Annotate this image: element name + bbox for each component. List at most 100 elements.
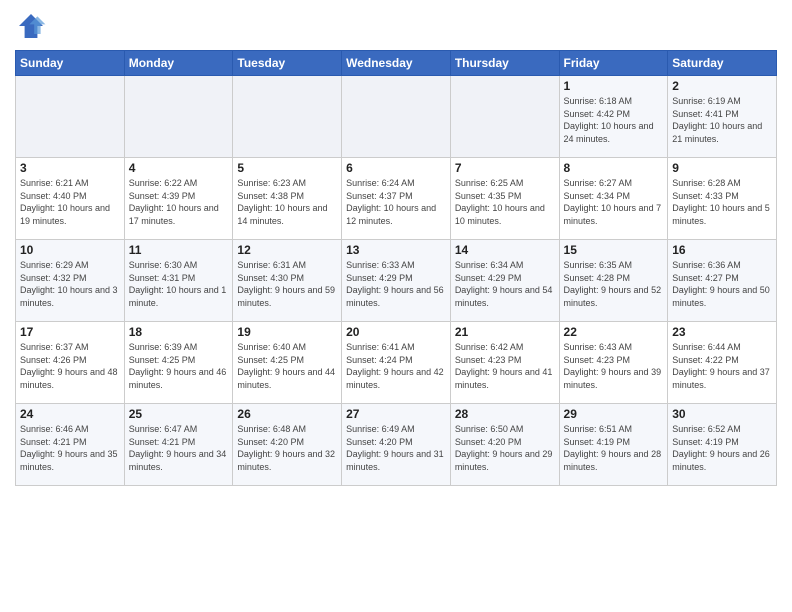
day-number: 11 — [129, 243, 229, 257]
day-number: 25 — [129, 407, 229, 421]
day-info: Sunrise: 6:52 AM Sunset: 4:19 PM Dayligh… — [672, 423, 772, 473]
day-number: 24 — [20, 407, 120, 421]
day-info: Sunrise: 6:46 AM Sunset: 4:21 PM Dayligh… — [20, 423, 120, 473]
calendar-cell: 6 Sunrise: 6:24 AM Sunset: 4:37 PM Daylig… — [342, 158, 451, 240]
logo — [15, 10, 51, 42]
calendar-cell: 20 Sunrise: 6:41 AM Sunset: 4:24 PM Dayli… — [342, 322, 451, 404]
calendar-cell: 17 Sunrise: 6:37 AM Sunset: 4:26 PM Dayli… — [16, 322, 125, 404]
weekday-header-sunday: Sunday — [16, 51, 125, 76]
day-info: Sunrise: 6:24 AM Sunset: 4:37 PM Dayligh… — [346, 177, 446, 227]
calendar-cell — [450, 76, 559, 158]
calendar-week-3: 17 Sunrise: 6:37 AM Sunset: 4:26 PM Dayli… — [16, 322, 777, 404]
day-number: 14 — [455, 243, 555, 257]
weekday-header-wednesday: Wednesday — [342, 51, 451, 76]
calendar-week-1: 3Sunrise: 6:21 AM Sunset: 4:40 PM Daylig… — [16, 158, 777, 240]
calendar-cell: 8 Sunrise: 6:27 AM Sunset: 4:34 PM Daylig… — [559, 158, 668, 240]
calendar-cell: 12 Sunrise: 6:31 AM Sunset: 4:30 PM Dayli… — [233, 240, 342, 322]
calendar-cell — [16, 76, 125, 158]
day-number: 23 — [672, 325, 772, 339]
day-info: Sunrise: 6:49 AM Sunset: 4:20 PM Dayligh… — [346, 423, 446, 473]
day-info: Sunrise: 6:21 AM Sunset: 4:40 PM Dayligh… — [20, 177, 120, 227]
weekday-header-tuesday: Tuesday — [233, 51, 342, 76]
header-row: SundayMondayTuesdayWednesdayThursdayFrid… — [16, 51, 777, 76]
day-number: 21 — [455, 325, 555, 339]
logo-icon — [15, 10, 47, 42]
calendar-cell: 27 Sunrise: 6:49 AM Sunset: 4:20 PM Dayli… — [342, 404, 451, 486]
day-info: Sunrise: 6:18 AM Sunset: 4:42 PM Dayligh… — [564, 95, 664, 145]
day-number: 19 — [237, 325, 337, 339]
day-info: Sunrise: 6:25 AM Sunset: 4:35 PM Dayligh… — [455, 177, 555, 227]
day-number: 2 — [672, 79, 772, 93]
calendar-cell: 22 Sunrise: 6:43 AM Sunset: 4:23 PM Dayli… — [559, 322, 668, 404]
calendar-cell: 7 Sunrise: 6:25 AM Sunset: 4:35 PM Daylig… — [450, 158, 559, 240]
page: SundayMondayTuesdayWednesdayThursdayFrid… — [0, 0, 792, 496]
day-info: Sunrise: 6:50 AM Sunset: 4:20 PM Dayligh… — [455, 423, 555, 473]
calendar-cell: 9 Sunrise: 6:28 AM Sunset: 4:33 PM Daylig… — [668, 158, 777, 240]
day-number: 9 — [672, 161, 772, 175]
day-number: 12 — [237, 243, 337, 257]
weekday-header-saturday: Saturday — [668, 51, 777, 76]
day-number: 13 — [346, 243, 446, 257]
day-info: Sunrise: 6:23 AM Sunset: 4:38 PM Dayligh… — [237, 177, 337, 227]
day-info: Sunrise: 6:19 AM Sunset: 4:41 PM Dayligh… — [672, 95, 772, 145]
day-info: Sunrise: 6:33 AM Sunset: 4:29 PM Dayligh… — [346, 259, 446, 309]
calendar-cell: 1 Sunrise: 6:18 AM Sunset: 4:42 PM Daylig… — [559, 76, 668, 158]
day-number: 27 — [346, 407, 446, 421]
day-info: Sunrise: 6:27 AM Sunset: 4:34 PM Dayligh… — [564, 177, 664, 227]
day-info: Sunrise: 6:31 AM Sunset: 4:30 PM Dayligh… — [237, 259, 337, 309]
day-info: Sunrise: 6:36 AM Sunset: 4:27 PM Dayligh… — [672, 259, 772, 309]
calendar-table: SundayMondayTuesdayWednesdayThursdayFrid… — [15, 50, 777, 486]
weekday-header-friday: Friday — [559, 51, 668, 76]
header — [15, 10, 777, 42]
day-info: Sunrise: 6:28 AM Sunset: 4:33 PM Dayligh… — [672, 177, 772, 227]
calendar-cell: 26 Sunrise: 6:48 AM Sunset: 4:20 PM Dayli… — [233, 404, 342, 486]
day-info: Sunrise: 6:40 AM Sunset: 4:25 PM Dayligh… — [237, 341, 337, 391]
day-number: 29 — [564, 407, 664, 421]
day-info: Sunrise: 6:44 AM Sunset: 4:22 PM Dayligh… — [672, 341, 772, 391]
calendar-cell: 4Sunrise: 6:22 AM Sunset: 4:39 PM Daylig… — [124, 158, 233, 240]
day-number: 8 — [564, 161, 664, 175]
day-info: Sunrise: 6:29 AM Sunset: 4:32 PM Dayligh… — [20, 259, 120, 309]
calendar-cell — [233, 76, 342, 158]
day-number: 17 — [20, 325, 120, 339]
day-info: Sunrise: 6:30 AM Sunset: 4:31 PM Dayligh… — [129, 259, 229, 309]
day-info: Sunrise: 6:42 AM Sunset: 4:23 PM Dayligh… — [455, 341, 555, 391]
day-info: Sunrise: 6:34 AM Sunset: 4:29 PM Dayligh… — [455, 259, 555, 309]
weekday-header-thursday: Thursday — [450, 51, 559, 76]
calendar-cell: 3Sunrise: 6:21 AM Sunset: 4:40 PM Daylig… — [16, 158, 125, 240]
day-number: 26 — [237, 407, 337, 421]
day-info: Sunrise: 6:51 AM Sunset: 4:19 PM Dayligh… — [564, 423, 664, 473]
calendar-cell: 15 Sunrise: 6:35 AM Sunset: 4:28 PM Dayli… — [559, 240, 668, 322]
day-number: 6 — [346, 161, 446, 175]
calendar-cell: 30Sunrise: 6:52 AM Sunset: 4:19 PM Dayli… — [668, 404, 777, 486]
day-info: Sunrise: 6:39 AM Sunset: 4:25 PM Dayligh… — [129, 341, 229, 391]
calendar-cell — [342, 76, 451, 158]
calendar-cell: 5 Sunrise: 6:23 AM Sunset: 4:38 PM Daylig… — [233, 158, 342, 240]
day-info: Sunrise: 6:35 AM Sunset: 4:28 PM Dayligh… — [564, 259, 664, 309]
day-info: Sunrise: 6:43 AM Sunset: 4:23 PM Dayligh… — [564, 341, 664, 391]
calendar-cell: 28Sunrise: 6:50 AM Sunset: 4:20 PM Dayli… — [450, 404, 559, 486]
calendar-week-2: 10 Sunrise: 6:29 AM Sunset: 4:32 PM Dayli… — [16, 240, 777, 322]
day-info: Sunrise: 6:41 AM Sunset: 4:24 PM Dayligh… — [346, 341, 446, 391]
calendar-cell: 2 Sunrise: 6:19 AM Sunset: 4:41 PM Daylig… — [668, 76, 777, 158]
calendar-cell: 14 Sunrise: 6:34 AM Sunset: 4:29 PM Dayli… — [450, 240, 559, 322]
day-number: 1 — [564, 79, 664, 93]
calendar-cell: 19 Sunrise: 6:40 AM Sunset: 4:25 PM Dayli… — [233, 322, 342, 404]
day-number: 10 — [20, 243, 120, 257]
day-info: Sunrise: 6:47 AM Sunset: 4:21 PM Dayligh… — [129, 423, 229, 473]
day-number: 20 — [346, 325, 446, 339]
calendar-cell: 23 Sunrise: 6:44 AM Sunset: 4:22 PM Dayli… — [668, 322, 777, 404]
day-info: Sunrise: 6:48 AM Sunset: 4:20 PM Dayligh… — [237, 423, 337, 473]
calendar-cell — [124, 76, 233, 158]
calendar-cell: 10 Sunrise: 6:29 AM Sunset: 4:32 PM Dayli… — [16, 240, 125, 322]
calendar-cell: 21 Sunrise: 6:42 AM Sunset: 4:23 PM Dayli… — [450, 322, 559, 404]
day-number: 22 — [564, 325, 664, 339]
day-info: Sunrise: 6:22 AM Sunset: 4:39 PM Dayligh… — [129, 177, 229, 227]
day-info: Sunrise: 6:37 AM Sunset: 4:26 PM Dayligh… — [20, 341, 120, 391]
day-number: 7 — [455, 161, 555, 175]
day-number: 15 — [564, 243, 664, 257]
day-number: 5 — [237, 161, 337, 175]
calendar-cell: 29 Sunrise: 6:51 AM Sunset: 4:19 PM Dayli… — [559, 404, 668, 486]
day-number: 16 — [672, 243, 772, 257]
calendar-cell: 18Sunrise: 6:39 AM Sunset: 4:25 PM Dayli… — [124, 322, 233, 404]
